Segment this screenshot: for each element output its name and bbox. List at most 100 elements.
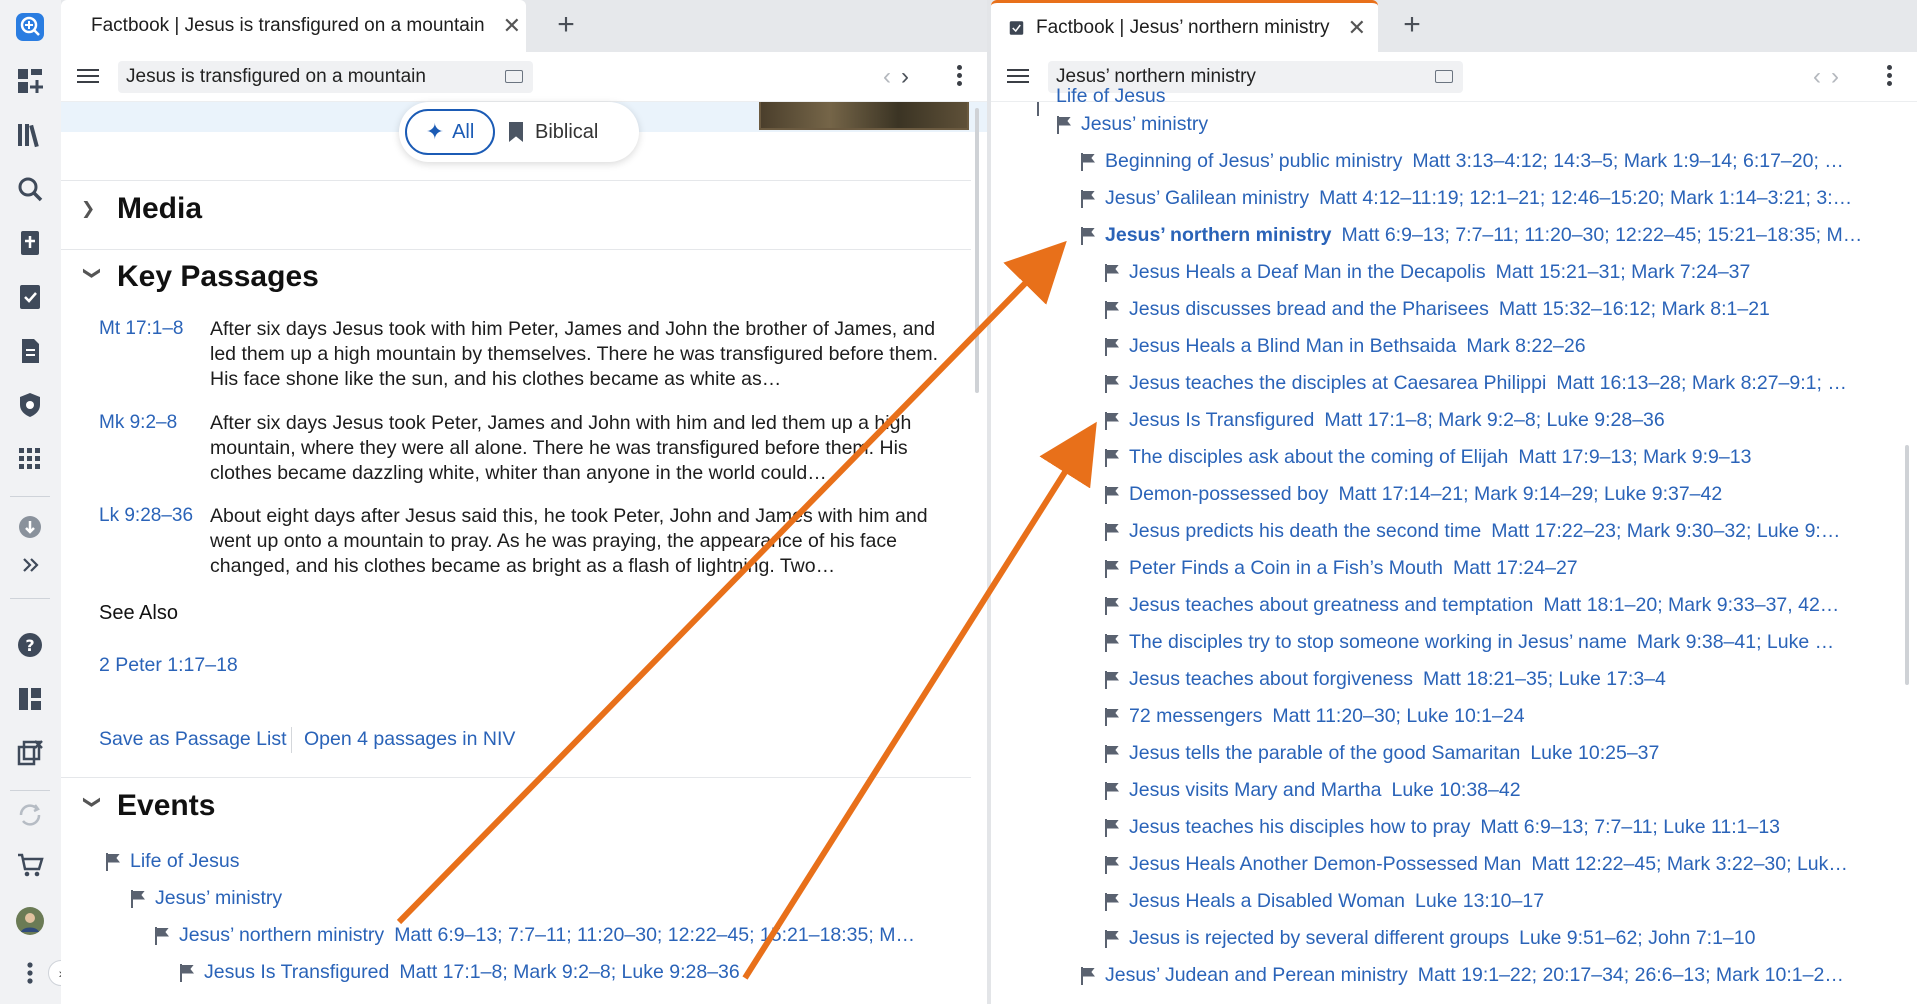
event-item[interactable]: Jesus Heals a Blind Man in Bethsaida Mark… — [1105, 335, 1896, 358]
menu-icon[interactable] — [77, 65, 99, 87]
event-title: Life of Jesus — [1056, 86, 1166, 106]
sidebar-separator — [10, 496, 50, 497]
dashboard-add-icon[interactable] — [11, 62, 49, 100]
event-item[interactable]: Jesus’ northern ministry Matt 6:9–13; 7:… — [155, 924, 945, 947]
left-address-field[interactable]: Jesus is transfigured on a mountain — [118, 61, 533, 93]
save-passage-list-link[interactable]: Save as Passage List — [99, 728, 287, 751]
library-icon[interactable] — [11, 116, 49, 154]
filter-biblical-button[interactable]: Biblical — [509, 109, 598, 155]
event-item[interactable]: Jesus’ ministry — [1057, 113, 1896, 136]
event-title: Jesus discusses bread and the Pharisees — [1129, 298, 1489, 320]
sync-icon[interactable] — [11, 796, 49, 834]
event-item[interactable]: Jesus’ Judean and Perean ministry Matt 19… — [1081, 964, 1896, 987]
event-item[interactable]: Jesus teaches about forgiveness Matt 18:2… — [1105, 668, 1896, 691]
event-item[interactable]: Jesus Heals a Deaf Man in the Decapolis M… — [1105, 261, 1896, 284]
event-item[interactable]: Jesus’ Galilean ministry Matt 4:12–11:19;… — [1081, 187, 1896, 210]
event-refs: Matt 3:13–4:12; 14:3–5; Mark 1:9–14; 6:1… — [1412, 150, 1844, 172]
event-item[interactable]: Jesus Is Transfigured Matt 17:1–8; Mark 9… — [1105, 409, 1896, 432]
event-item[interactable]: Life of Jesus — [1056, 86, 1356, 106]
event-item[interactable]: Jesus predicts his death the second time… — [1105, 520, 1896, 543]
event-item[interactable]: Jesus tells the parable of the good Sama… — [1105, 742, 1896, 765]
right-content: Life of Jesus Jesus’ ministry Beginning o… — [991, 86, 1917, 1004]
event-item[interactable]: Jesus Is Transfigured Matt 17:1–8; Mark … — [180, 961, 945, 984]
search-icon[interactable] — [11, 170, 49, 208]
event-title: Jesus Heals a Blind Man in Bethsaida — [1129, 335, 1457, 357]
passage-ref-link[interactable]: Mk 9:2–8 — [99, 412, 177, 434]
key-passages-header[interactable]: ❯ Key Passages — [81, 260, 319, 294]
event-item[interactable]: Jesus teaches the disciples at Caesarea … — [1105, 372, 1896, 395]
event-item[interactable]: The disciples try to stop someone workin… — [1105, 631, 1896, 654]
media-section-header[interactable]: ❯ Media — [81, 192, 202, 226]
transfiguration-artwork[interactable] — [759, 102, 969, 130]
event-item[interactable]: Jesus teaches his disciples how to pray M… — [1105, 816, 1896, 839]
close-icon[interactable]: ✕ — [1348, 15, 1366, 41]
expand-more-icon[interactable] — [11, 546, 49, 584]
keyboard-icon[interactable] — [505, 70, 523, 83]
app-logo-search-icon[interactable] — [11, 8, 49, 46]
passage-ref-link[interactable]: Lk 9:28–36 — [99, 505, 193, 527]
left-scrollbar[interactable] — [975, 108, 979, 393]
right-address-text: Jesus’ northern ministry — [1056, 66, 1256, 87]
new-tab-button[interactable]: + — [1395, 8, 1429, 42]
event-item[interactable]: Jesus teaches about greatness and tempta… — [1105, 594, 1896, 617]
close-layout-icon[interactable] — [11, 734, 49, 772]
avatar[interactable] — [11, 902, 49, 940]
flag-icon — [1105, 929, 1119, 948]
more-vertical-icon[interactable] — [11, 954, 49, 992]
flag-icon — [106, 852, 120, 871]
event-item[interactable]: Peter Finds a Coin in a Fish’s Mouth Matt… — [1105, 557, 1896, 580]
event-item[interactable]: Demon-possessed boy Matt 17:14–21; Mark 9… — [1105, 483, 1896, 506]
event-item[interactable]: Jesus visits Mary and Martha Luke 10:38–4… — [1105, 779, 1896, 802]
help-icon[interactable]: ? — [11, 626, 49, 664]
flag-icon — [1105, 411, 1119, 430]
flag-icon — [1081, 152, 1095, 171]
back-icon[interactable]: ‹ — [883, 63, 901, 90]
left-tab[interactable]: Factbook | Jesus is transfigured on a mo… — [61, 0, 526, 52]
cart-icon[interactable] — [11, 846, 49, 884]
event-title: Jesus is rejected by several different g… — [1129, 927, 1510, 949]
content-filter: ✦ All Biblical — [399, 102, 639, 162]
see-also-link[interactable]: 2 Peter 1:17–18 — [99, 654, 238, 677]
right-tab[interactable]: Factbook | Jesus’ northern ministry ✕ — [991, 0, 1378, 52]
flag-icon — [1105, 448, 1119, 467]
event-item[interactable]: Jesus discusses bread and the Pharisees M… — [1105, 298, 1896, 321]
apps-grid-icon[interactable] — [11, 440, 49, 478]
checklist-icon[interactable] — [11, 278, 49, 316]
event-item[interactable]: Jesus’ ministry — [131, 887, 946, 910]
event-item[interactable]: Jesus Heals a Disabled Woman Luke 13:10–1… — [1105, 890, 1896, 913]
panel-menu-icon[interactable] — [953, 62, 965, 89]
flag-icon — [1105, 892, 1119, 911]
close-icon[interactable]: ✕ — [503, 13, 521, 39]
panel-menu-icon[interactable] — [1883, 62, 1895, 89]
event-item[interactable]: Beginning of Jesus’ public ministry Matt … — [1081, 150, 1896, 173]
event-item[interactable]: Jesus Heals Another Demon-Possessed Man M… — [1105, 853, 1896, 876]
event-title: Jesus Heals Another Demon-Possessed Man — [1129, 853, 1522, 875]
flag-icon — [1105, 744, 1119, 763]
flag-icon — [1081, 189, 1095, 208]
layout-icon[interactable] — [11, 680, 49, 718]
keyboard-icon[interactable] — [1435, 70, 1453, 83]
event-refs: Matt 17:9–13; Mark 9:9–13 — [1518, 446, 1752, 468]
shield-eye-icon[interactable] — [11, 386, 49, 424]
event-item[interactable]: 72 messengers Matt 11:20–30; Luke 10:1–24 — [1105, 705, 1896, 728]
download-icon[interactable] — [11, 508, 49, 546]
event-title: Jesus Is Transfigured — [204, 961, 390, 983]
event-item[interactable]: Life of Jesus — [106, 850, 946, 873]
new-tab-button[interactable]: + — [549, 8, 583, 42]
event-item[interactable]: The disciples ask about the coming of El… — [1105, 446, 1896, 469]
events-section-header[interactable]: ❯ Events — [81, 789, 215, 823]
document-icon[interactable] — [11, 332, 49, 370]
filter-all-button[interactable]: ✦ All — [405, 109, 495, 155]
forward-icon[interactable]: › — [1831, 63, 1849, 90]
bookmark-icon — [509, 122, 523, 142]
event-item[interactable]: Jesus’ northern ministry Matt 6:9–13; 7:7… — [1081, 224, 1896, 247]
open-passages-niv-link[interactable]: Open 4 passages in NIV — [304, 728, 515, 751]
forward-icon[interactable]: › — [901, 63, 919, 90]
event-item[interactable]: Jesus is rejected by several different g… — [1105, 927, 1896, 950]
right-scrollbar[interactable] — [1905, 445, 1909, 685]
event-title: Jesus predicts his death the second time — [1129, 520, 1482, 542]
menu-icon[interactable] — [1007, 65, 1029, 87]
bible-upload-icon[interactable] — [11, 224, 49, 262]
back-icon[interactable]: ‹ — [1813, 63, 1831, 90]
passage-ref-link[interactable]: Mt 17:1–8 — [99, 318, 184, 340]
